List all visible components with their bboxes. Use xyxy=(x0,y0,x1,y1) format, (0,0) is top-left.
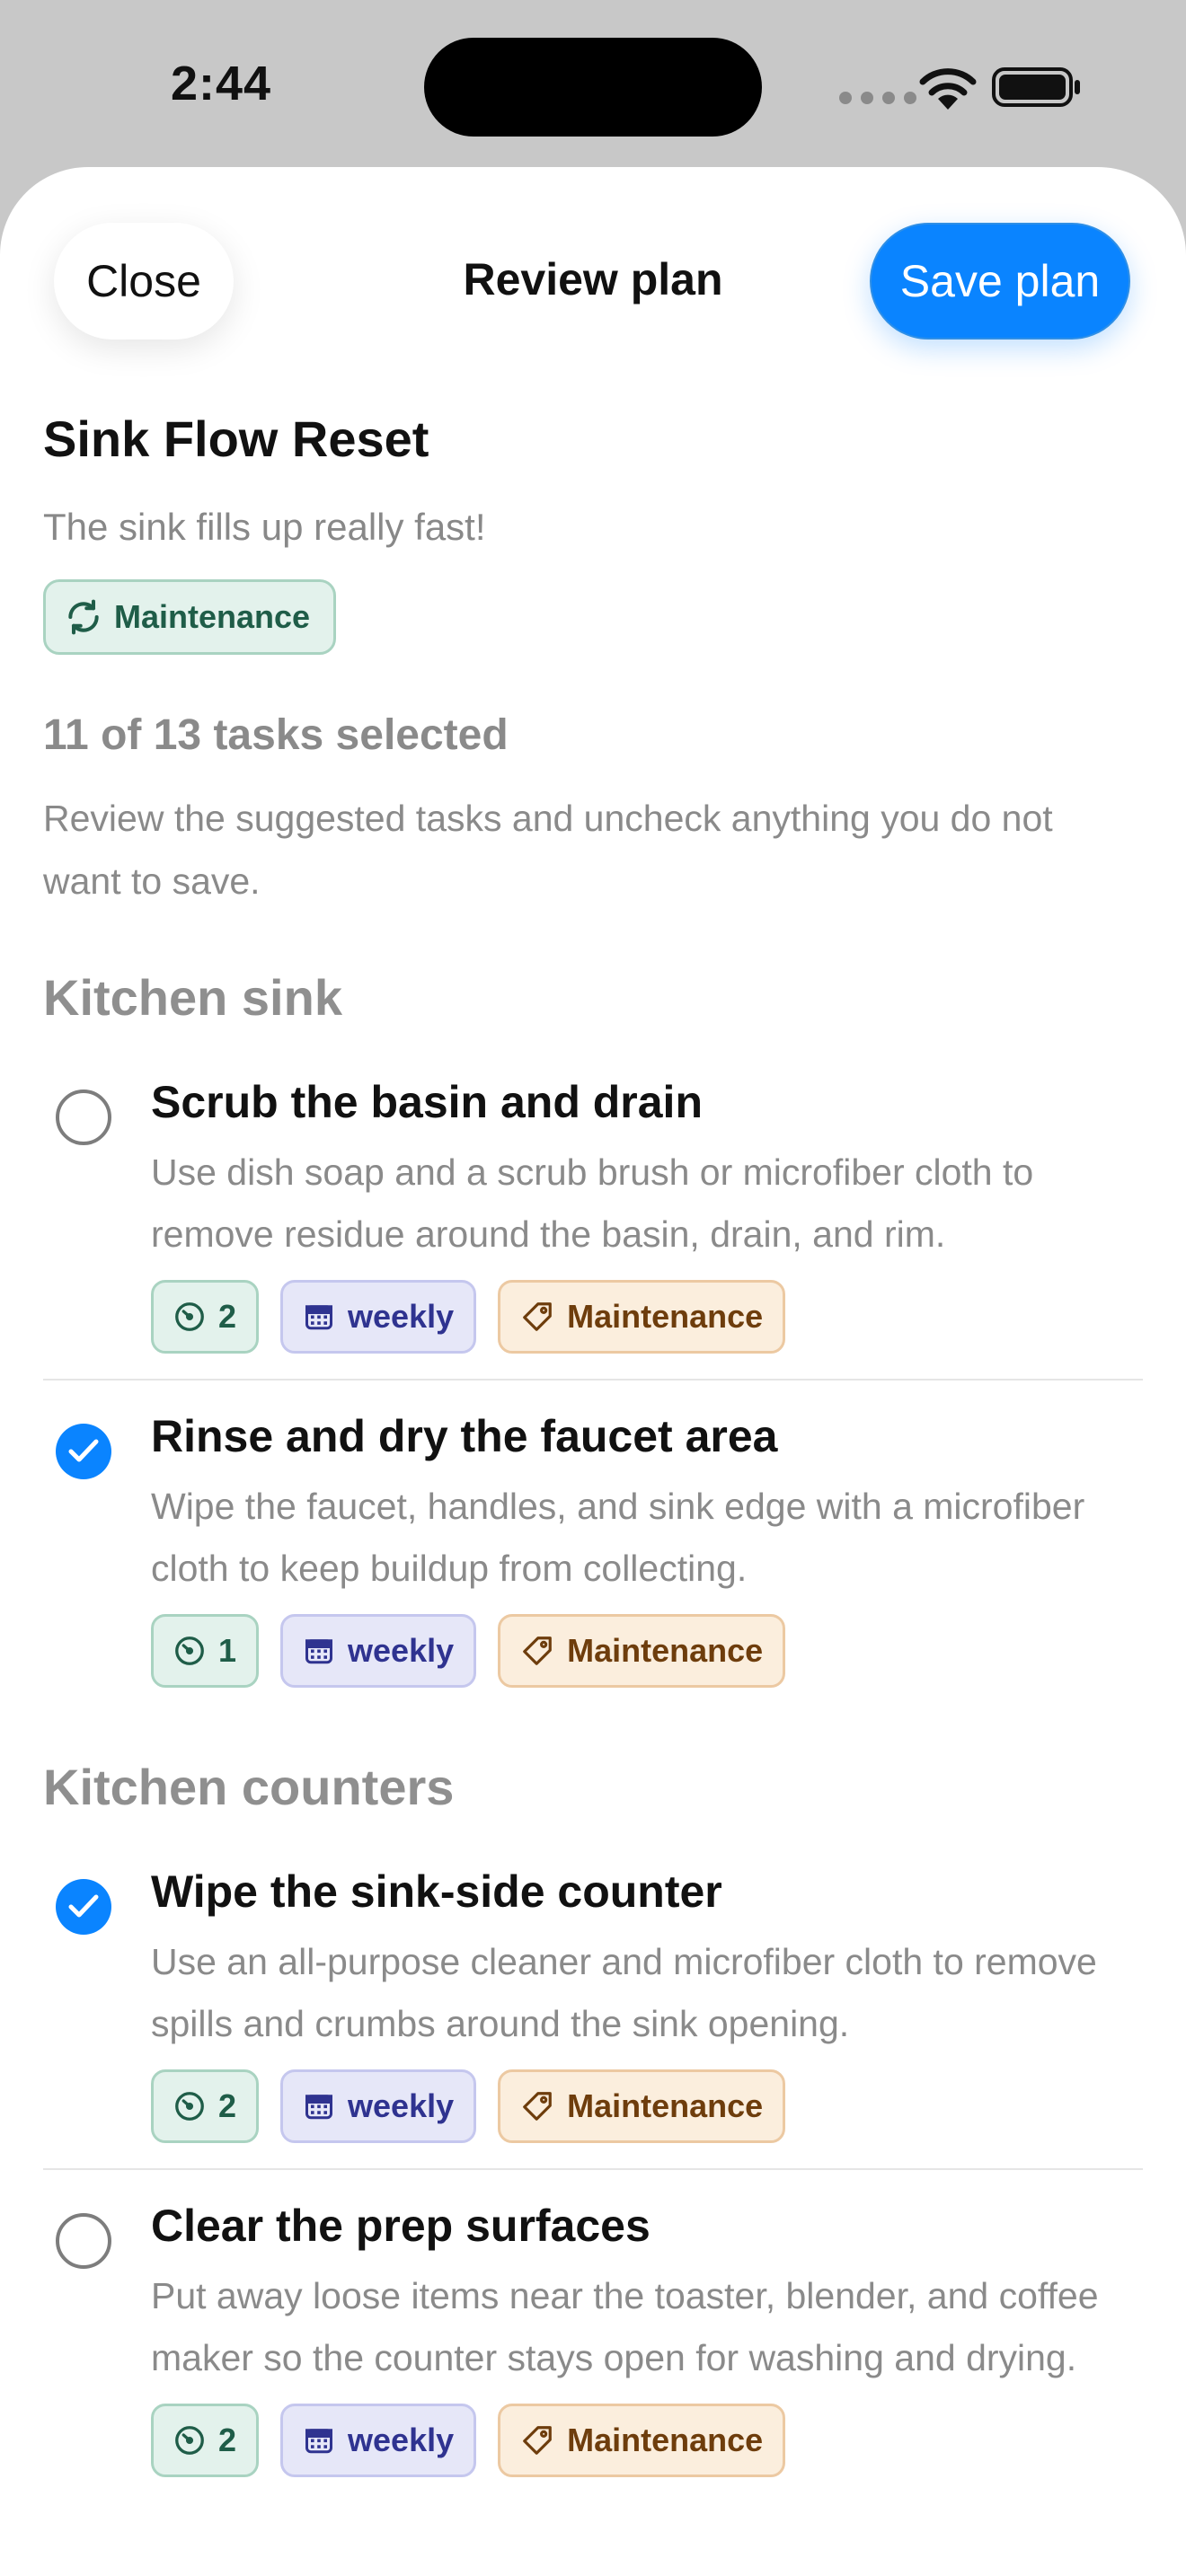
dynamic-island xyxy=(424,38,762,137)
tag-value: Maintenance xyxy=(567,1298,764,1335)
effort-chip: 2 xyxy=(151,1280,260,1354)
task-item: Scrub the basin and drain Use dish soap … xyxy=(43,1073,1143,1354)
task-chips: 1 weekly Maintenance xyxy=(151,1614,1143,1688)
calendar-icon xyxy=(305,1639,333,1664)
effort-value: 2 xyxy=(218,2422,237,2458)
status-bar: 2:44 xyxy=(0,0,1186,167)
tag-chip: Maintenance xyxy=(498,2069,786,2143)
task-title: Wipe the sink-side counter xyxy=(151,1866,722,1917)
gauge-icon xyxy=(175,2092,204,2121)
section-title-kitchen-counters: Kitchen counters xyxy=(43,1759,455,1815)
cellular-signal-icon xyxy=(839,92,916,104)
task-checkbox[interactable] xyxy=(56,2213,111,2269)
sheet-content: Sink Flow Reset The sink fills up really… xyxy=(43,410,1143,2477)
task-description: Wipe the faucet, handles, and sink edge … xyxy=(151,1486,1085,1589)
frequency-chip: weekly xyxy=(280,2404,477,2477)
gauge-icon xyxy=(175,1636,204,1665)
effort-value: 2 xyxy=(218,2087,237,2124)
gauge-icon xyxy=(175,2426,204,2455)
tag-icon xyxy=(523,2426,552,2455)
task-chips: 2 weekly Maintenance xyxy=(151,2069,1143,2143)
tag-value: Maintenance xyxy=(567,1632,764,1669)
checkmark-icon xyxy=(68,1894,99,1918)
task-checkbox-checked[interactable] xyxy=(56,1879,111,1935)
plan-name: Sink Flow Reset xyxy=(43,410,429,467)
effort-chip: 1 xyxy=(151,1614,260,1688)
task-chips: 2 weekly Maintenance xyxy=(151,2404,1143,2477)
tag-icon xyxy=(523,1302,552,1331)
calendar-icon xyxy=(305,1305,333,1330)
plan-description: The sink fills up really fast! xyxy=(43,506,486,548)
frequency-value: weekly xyxy=(348,2422,455,2458)
task-description: Use an all-purpose cleaner and microfibe… xyxy=(151,1941,1097,2044)
effort-chip: 2 xyxy=(151,2069,260,2143)
task-description: Use dish soap and a scrub brush or micro… xyxy=(151,1151,1034,1255)
tag-chip: Maintenance xyxy=(498,1280,786,1354)
screen: 2:44 Close Review plan Save plan Sink Fl… xyxy=(0,0,1186,2576)
task-item: Rinse and dry the faucet area Wipe the f… xyxy=(43,1407,1143,1688)
checkmark-icon xyxy=(68,1439,99,1462)
tag-icon xyxy=(523,1636,552,1665)
section-title-kitchen-sink: Kitchen sink xyxy=(43,969,342,1026)
gauge-icon xyxy=(175,1302,204,1331)
instructions-text: Review the suggested tasks and uncheck a… xyxy=(43,798,1053,902)
task-title: Clear the prep surfaces xyxy=(151,2201,651,2251)
tag-chip: Maintenance xyxy=(498,2404,786,2477)
save-plan-button[interactable]: Save plan xyxy=(870,223,1130,340)
plan-category-label: Maintenance xyxy=(114,598,311,635)
task-checkbox[interactable] xyxy=(56,1090,111,1145)
task-item: Clear the prep surfaces Put away loose i… xyxy=(43,2197,1143,2477)
frequency-chip: weekly xyxy=(280,2069,477,2143)
effort-value: 1 xyxy=(218,1632,237,1669)
tag-icon xyxy=(523,2092,552,2121)
task-description: Put away loose items near the toaster, b… xyxy=(151,2275,1099,2378)
battery-icon xyxy=(992,67,1080,107)
frequency-chip: weekly xyxy=(280,1614,477,1688)
task-chips: 2 weekly Maintenance xyxy=(151,1280,1143,1354)
sheet-header: Close Review plan Save plan xyxy=(0,167,1186,392)
frequency-value: weekly xyxy=(348,2087,455,2124)
task-checkbox-checked[interactable] xyxy=(56,1424,111,1479)
review-plan-sheet: Close Review plan Save plan Sink Flow Re… xyxy=(0,167,1186,2576)
tag-chip: Maintenance xyxy=(498,1614,786,1688)
wifi-icon xyxy=(919,68,977,110)
tag-value: Maintenance xyxy=(567,2422,764,2458)
tag-value: Maintenance xyxy=(567,2087,764,2124)
selection-summary: 11 of 13 tasks selected xyxy=(43,711,509,759)
status-time: 2:44 xyxy=(171,57,272,110)
task-item: Wipe the sink-side counter Use an all-pu… xyxy=(43,1863,1143,2143)
plan-category-chip: Maintenance xyxy=(43,579,337,655)
calendar-icon xyxy=(305,2429,333,2454)
calendar-icon xyxy=(305,2095,333,2120)
divider xyxy=(43,1379,1143,1381)
task-title: Scrub the basin and drain xyxy=(151,1077,703,1127)
effort-chip: 2 xyxy=(151,2404,260,2477)
effort-value: 2 xyxy=(218,1298,237,1335)
frequency-value: weekly xyxy=(348,1632,455,1669)
refresh-icon xyxy=(68,599,99,635)
divider xyxy=(43,2168,1143,2170)
task-title: Rinse and dry the faucet area xyxy=(151,1411,778,1461)
frequency-value: weekly xyxy=(348,1298,455,1335)
frequency-chip: weekly xyxy=(280,1280,477,1354)
